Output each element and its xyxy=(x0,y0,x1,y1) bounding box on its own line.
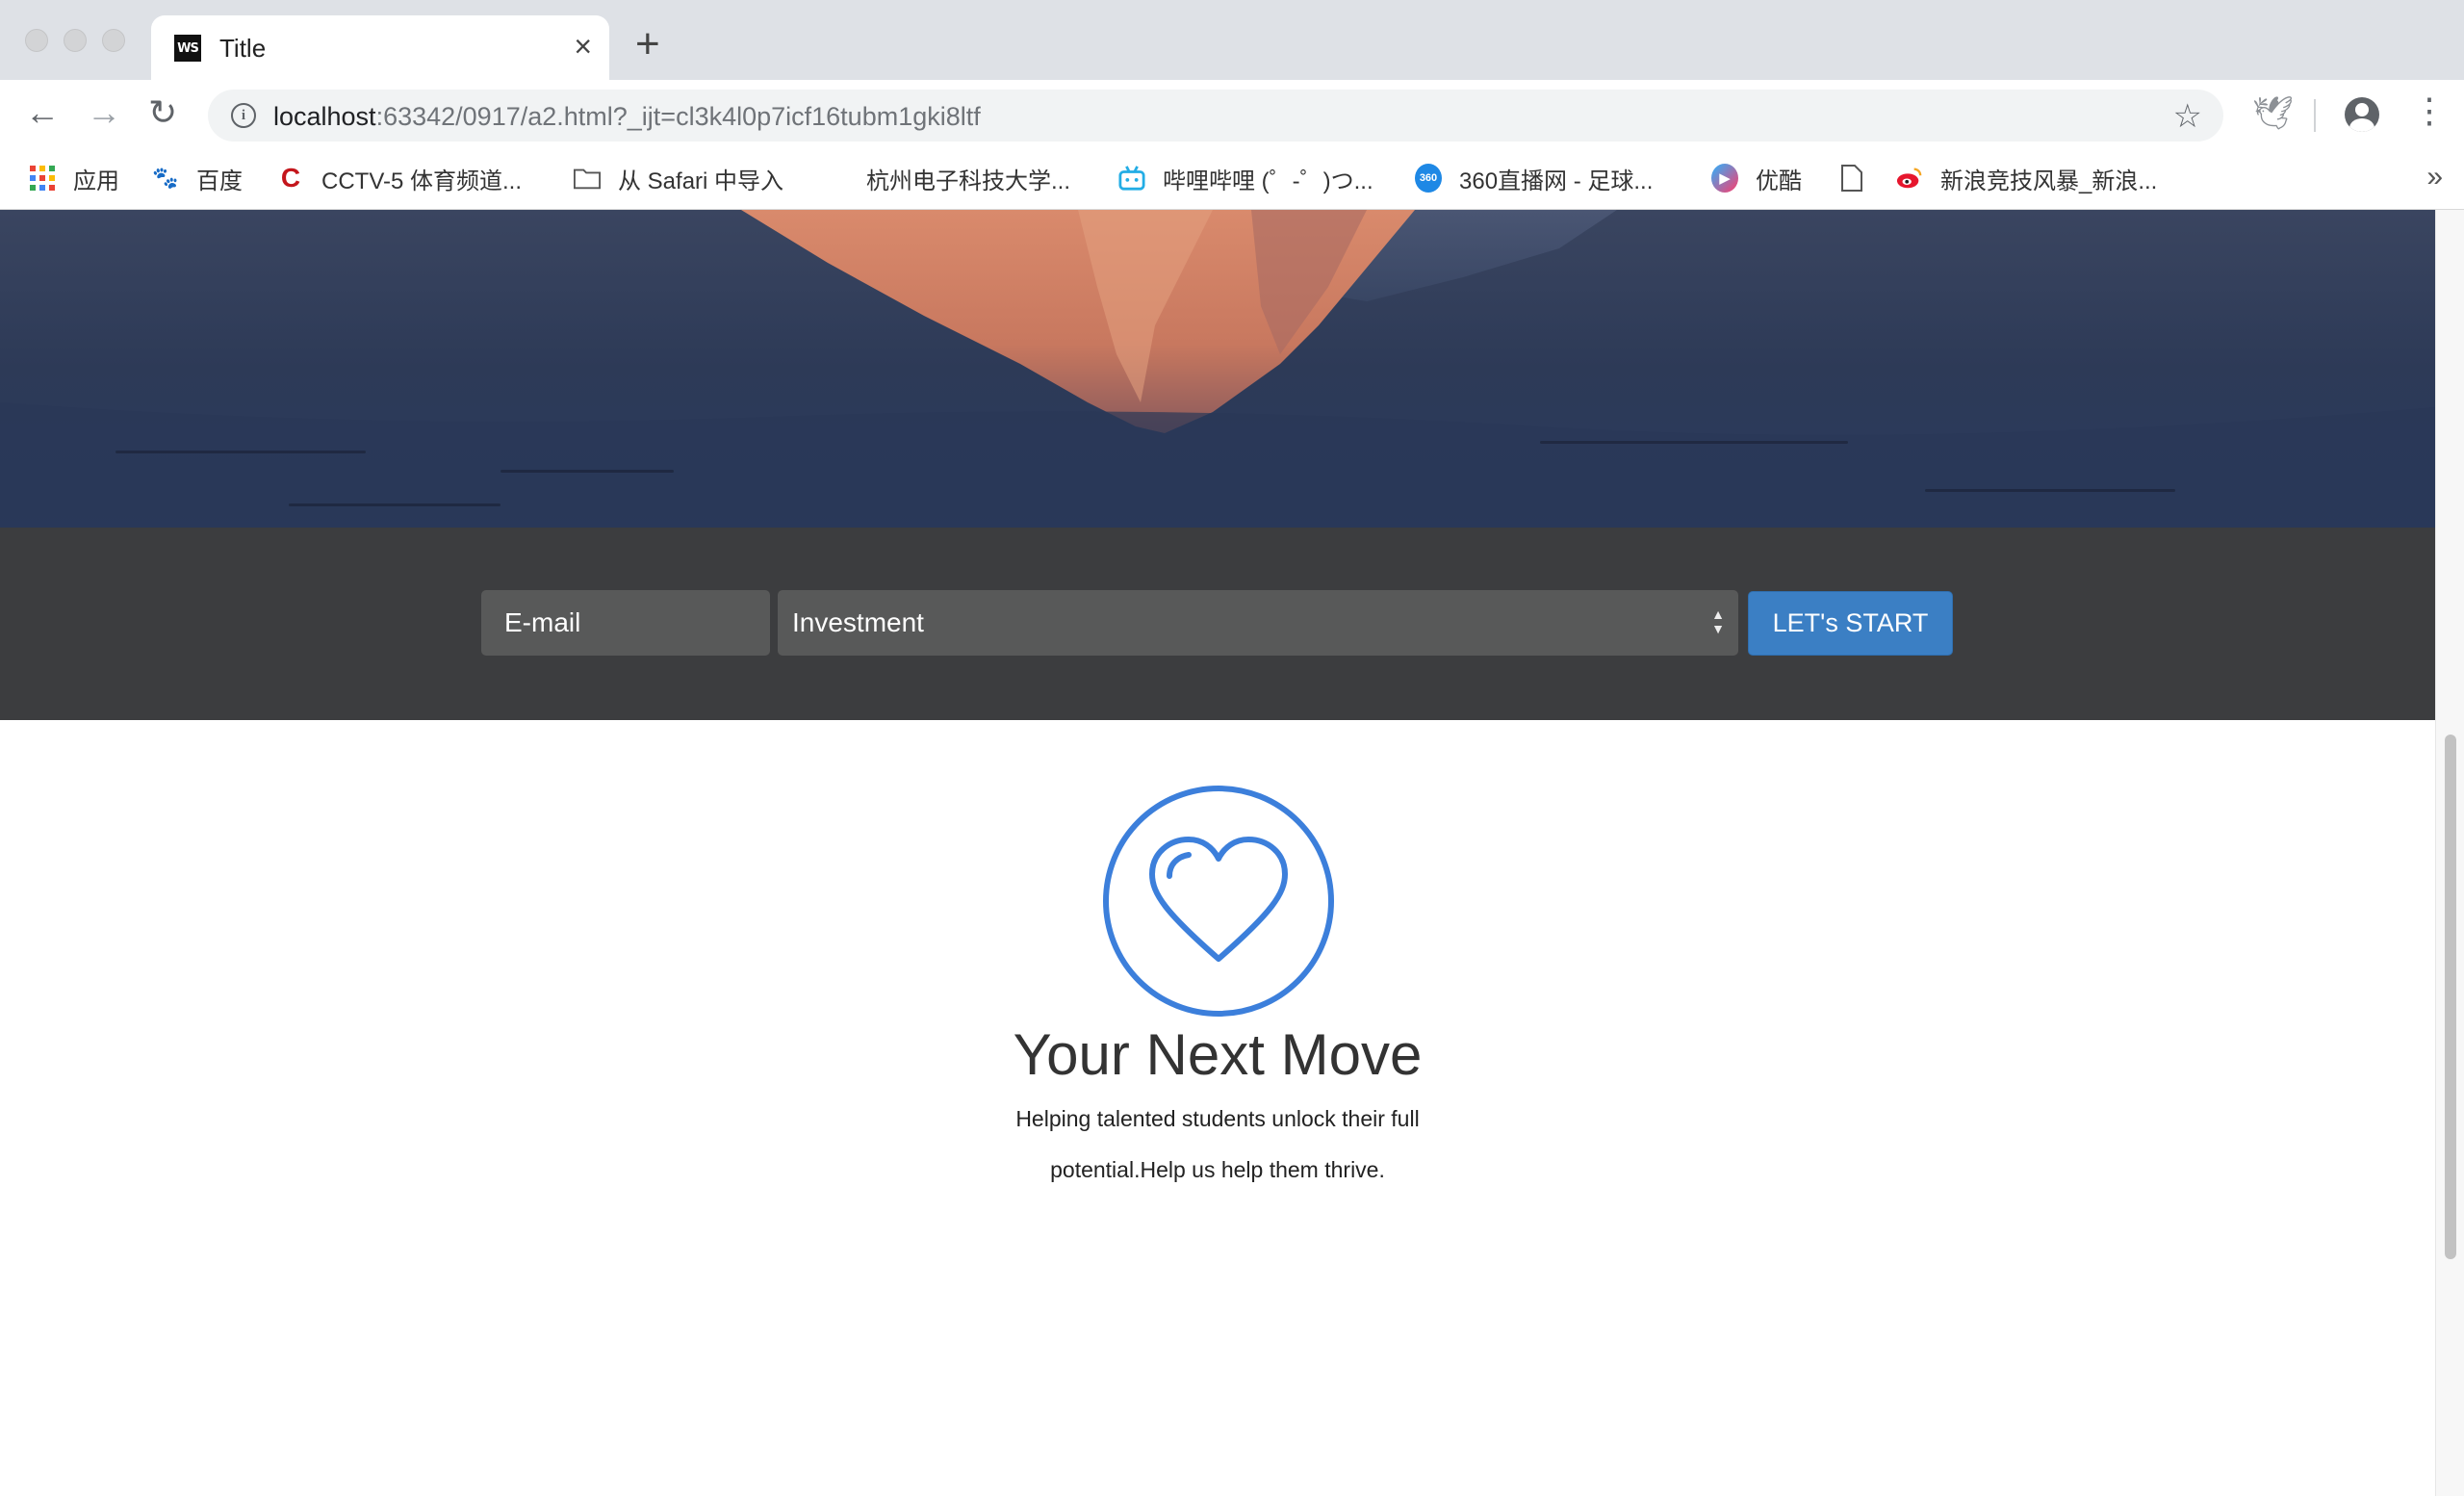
heart-icon xyxy=(1103,786,1334,1017)
window-zoom-button[interactable] xyxy=(102,29,125,52)
tab-close-icon[interactable]: × xyxy=(574,29,592,64)
email-input[interactable]: E-mail xyxy=(481,590,770,656)
new-tab-icon[interactable]: + xyxy=(635,23,660,65)
select-arrows-icon: ▲ ▼ xyxy=(1711,606,1725,636)
toolbar-divider xyxy=(2314,99,2316,132)
youku-icon: ▶ xyxy=(1711,164,1738,193)
forward-arrow-icon[interactable]: → xyxy=(87,93,121,132)
bookmarks-overflow-icon[interactable]: » xyxy=(2426,161,2443,193)
back-arrow-icon[interactable]: ← xyxy=(25,93,60,132)
webstorm-favicon-icon: WS xyxy=(174,35,201,62)
interest-select[interactable]: Investment ▲ ▼ xyxy=(778,590,1738,656)
bookmark-label: 新浪竞技风暴_新浪... xyxy=(1940,168,2158,194)
tab-title: Title xyxy=(219,34,267,63)
water-streak xyxy=(1925,489,2175,492)
cctv-icon: C xyxy=(280,163,301,193)
bookmark-bilibili[interactable]: 哔哩哔哩 (゜-゜)つ... xyxy=(1118,161,1373,195)
active-tab[interactable]: WS Title × xyxy=(151,15,609,80)
tab-strip: WS Title × + xyxy=(0,0,2464,80)
bookmark-label: 优酷 xyxy=(1756,168,1802,194)
water-streak xyxy=(500,470,674,473)
lets-start-button[interactable]: LET's START xyxy=(1748,591,1953,656)
document-icon xyxy=(1838,165,1865,192)
360-icon: 360 xyxy=(1415,164,1442,193)
menu-kebab-icon[interactable]: ⋮ xyxy=(2412,91,2447,130)
window-minimize-button[interactable] xyxy=(64,29,87,52)
profile-avatar-icon[interactable] xyxy=(2345,97,2379,132)
bookmark-label: 百度 xyxy=(196,168,243,194)
weibo-icon xyxy=(1896,165,1923,192)
select-value: Investment xyxy=(792,607,924,637)
hero-image xyxy=(0,210,2435,528)
bookmark-label: CCTV-5 体育频道... xyxy=(321,168,523,194)
bookmark-label: 360直播网 - 足球... xyxy=(1459,168,1654,194)
bookmark-document[interactable] xyxy=(1838,161,1883,195)
water-streak xyxy=(1540,441,1848,444)
bookmark-hdu[interactable]: 杭州电子科技大学... xyxy=(866,161,1070,195)
bookmark-360[interactable]: 360 360直播网 - 足球... xyxy=(1415,161,1653,195)
window-close-button[interactable] xyxy=(25,29,48,52)
page-viewport: E-mail Investment ▲ ▼ LET's START Your Ne… xyxy=(0,210,2435,1496)
bookmark-label: 应用 xyxy=(73,168,119,194)
bookmarks-bar: 应用 🐾 百度 C CCTV-5 体育频道... 从 Safari 中导入 杭州… xyxy=(0,149,2464,210)
page-scrollbar[interactable] xyxy=(2435,210,2464,1496)
bookmark-safari-import[interactable]: 从 Safari 中导入 xyxy=(574,161,783,195)
bookmark-label: 杭州电子科技大学... xyxy=(866,168,1071,194)
scrollbar-thumb[interactable] xyxy=(2445,735,2456,1259)
water-streak xyxy=(289,503,500,506)
url-text[interactable]: localhost:63342/0917/a2.html?_ijt=cl3k4l… xyxy=(273,102,981,132)
address-bar[interactable]: i localhost:63342/0917/a2.html?_ijt=cl3k… xyxy=(208,90,2223,142)
mountain-reflection-image xyxy=(0,210,2435,528)
feature-title: Your Next Move xyxy=(1013,1022,1423,1087)
extension-bird-icon[interactable]: 🕊 xyxy=(2252,94,2294,133)
reload-icon[interactable]: ↻ xyxy=(148,93,177,132)
bookmark-label: 从 Safari 中导入 xyxy=(618,168,784,194)
bilibili-icon xyxy=(1118,165,1145,192)
url-path: :63342/0917/a2.html?_ijt=cl3k4l0p7icf16t… xyxy=(375,102,981,131)
bookmark-sina-sports[interactable]: 新浪竞技风暴_新浪... xyxy=(1896,161,2157,195)
baidu-paw-icon: 🐾 xyxy=(152,166,179,190)
site-info-icon[interactable]: i xyxy=(231,103,256,128)
bookmark-cctv5[interactable]: C CCTV-5 体育频道... xyxy=(277,161,522,195)
bookmark-label: 哔哩哔哩 (゜-゜)つ... xyxy=(1163,168,1373,194)
bookmark-apps[interactable]: 应用 xyxy=(29,161,119,195)
feature-description: Helping talented students unlock their f… xyxy=(1015,1106,1420,1182)
browser-toolbar: ← → ↻ i localhost:63342/0917/a2.html?_ij… xyxy=(0,80,2464,149)
signup-form-band: E-mail Investment ▲ ▼ LET's START xyxy=(0,528,2435,720)
apps-grid-icon xyxy=(29,165,56,192)
bookmark-baidu[interactable]: 🐾 百度 xyxy=(152,161,243,195)
water-streak xyxy=(116,451,366,453)
url-host: localhost xyxy=(273,102,376,131)
folder-icon xyxy=(574,165,601,192)
bookmark-youku[interactable]: ▶ 优酷 xyxy=(1711,161,1802,195)
bookmark-star-icon[interactable]: ☆ xyxy=(2173,97,2202,136)
